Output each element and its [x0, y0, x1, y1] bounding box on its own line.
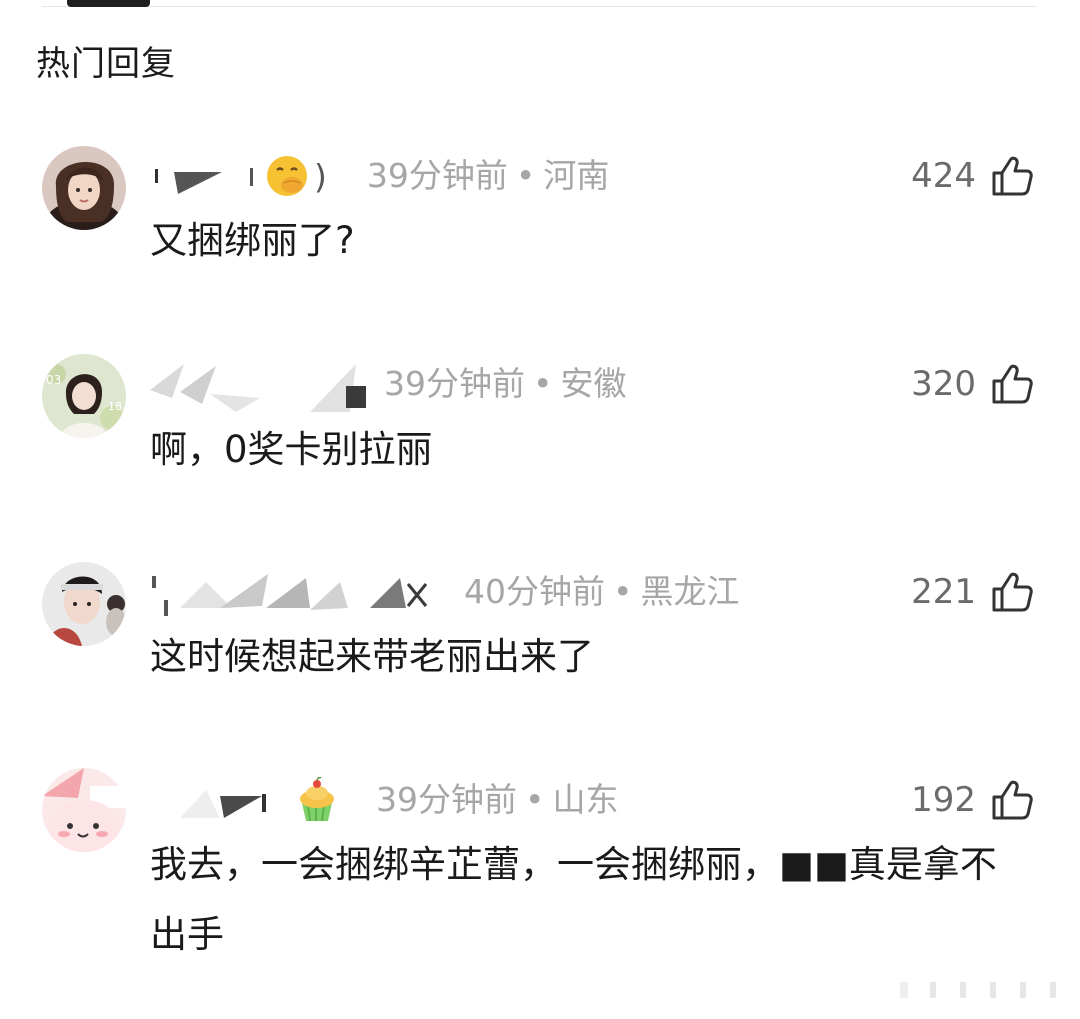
thumbs-up-icon	[990, 154, 1034, 198]
username-redacted[interactable]	[150, 780, 280, 820]
comment-meta: 39分钟前 • 山东	[150, 775, 618, 825]
meta-separator: •	[525, 780, 545, 819]
comment-meta: ) 39分钟前 • 河南	[150, 151, 609, 201]
comment-time: 39分钟前	[366, 156, 508, 195]
avatar[interactable]	[42, 146, 126, 230]
like-count: 192	[911, 780, 976, 820]
username-redacted[interactable]	[150, 156, 260, 196]
comment-text: 我去，一会捆绑辛芷蕾，一会捆绑丽，■■真是拿不出手	[150, 843, 997, 956]
avatar[interactable]: 03 18	[42, 354, 126, 438]
top-divider	[42, 6, 1037, 7]
username-redacted[interactable]	[150, 572, 450, 616]
tab-indicator	[67, 0, 150, 7]
thumbs-up-icon	[990, 570, 1034, 614]
avatar[interactable]	[42, 562, 126, 646]
comment-time: 40分钟前	[464, 572, 605, 611]
comment-text: 又捆绑丽了?	[150, 219, 355, 262]
comment-location: 安徽	[560, 364, 627, 403]
like-count: 221	[911, 572, 976, 612]
comment-location: 黑龙江	[640, 572, 740, 611]
comment-time: 39分钟前	[376, 780, 517, 819]
comment-location: 河南	[543, 156, 610, 195]
svg-text:03: 03	[46, 373, 61, 387]
meta-separator: •	[533, 364, 553, 403]
username-redacted[interactable]	[150, 364, 370, 412]
like-button[interactable]: 320	[911, 359, 1034, 409]
like-count: 320	[911, 364, 976, 404]
section-title-hot-replies: 热门回复	[36, 44, 176, 84]
like-button[interactable]: 424	[911, 151, 1034, 201]
thumbs-up-icon	[990, 778, 1034, 822]
comment-meta: 39分钟前 • 安徽	[150, 359, 627, 412]
svg-text:18: 18	[108, 400, 122, 413]
hand-over-mouth-icon	[264, 153, 310, 199]
meta-separator: •	[613, 572, 633, 611]
like-button[interactable]: 192	[911, 775, 1034, 825]
like-button[interactable]: 221	[911, 567, 1034, 617]
comment-text: 这时候想起来带老丽出来了	[150, 635, 594, 678]
comment-meta: 40分钟前 • 黑龙江	[150, 567, 739, 617]
comment-time: 39分钟前	[384, 364, 525, 403]
avatar[interactable]	[42, 768, 126, 852]
bottom-fade	[900, 980, 1070, 1000]
cupcake-icon	[294, 776, 340, 823]
like-count: 424	[911, 156, 976, 196]
comment-text: 啊，0奖卡别拉丽	[150, 428, 433, 471]
comment-location: 山东	[552, 780, 619, 819]
meta-separator: •	[515, 156, 536, 195]
thumbs-up-icon	[990, 362, 1034, 406]
